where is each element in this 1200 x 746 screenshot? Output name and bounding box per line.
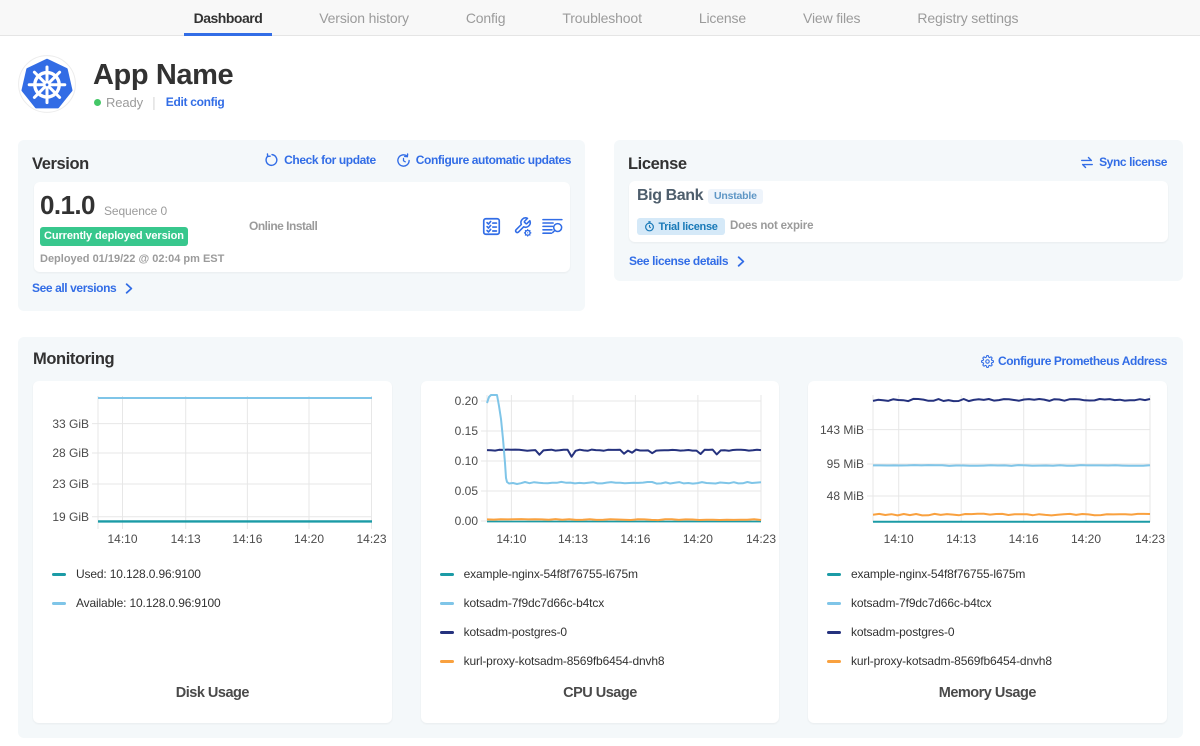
svg-text:14:10: 14:10	[107, 532, 137, 546]
svg-text:0.20: 0.20	[454, 394, 478, 408]
svg-text:14:23: 14:23	[356, 532, 386, 546]
svg-text:14:20: 14:20	[294, 532, 324, 546]
svg-text:14:16: 14:16	[620, 532, 650, 546]
svg-text:14:23: 14:23	[1135, 532, 1165, 546]
svg-text:14:10: 14:10	[496, 532, 526, 546]
svg-text:143 MiB: 143 MiB	[820, 423, 864, 437]
svg-text:14:16: 14:16	[1009, 532, 1039, 546]
svg-text:14:13: 14:13	[558, 532, 588, 546]
svg-text:14:13: 14:13	[946, 532, 976, 546]
svg-text:14:10: 14:10	[884, 532, 914, 546]
svg-text:14:23: 14:23	[746, 532, 776, 546]
svg-text:14:20: 14:20	[1071, 532, 1101, 546]
svg-text:14:16: 14:16	[232, 532, 262, 546]
svg-text:14:20: 14:20	[682, 532, 712, 546]
svg-text:48 MiB: 48 MiB	[827, 489, 864, 503]
svg-text:19 GiB: 19 GiB	[52, 510, 89, 524]
svg-text:95 MiB: 95 MiB	[827, 457, 864, 471]
svg-text:14:13: 14:13	[171, 532, 201, 546]
svg-text:28 GiB: 28 GiB	[52, 446, 89, 460]
svg-text:23 GiB: 23 GiB	[52, 477, 89, 491]
svg-text:0.10: 0.10	[454, 454, 478, 468]
svg-text:33 GiB: 33 GiB	[52, 417, 89, 431]
svg-text:0.15: 0.15	[454, 424, 478, 438]
svg-text:0.00: 0.00	[454, 514, 478, 528]
svg-text:0.05: 0.05	[454, 484, 478, 498]
